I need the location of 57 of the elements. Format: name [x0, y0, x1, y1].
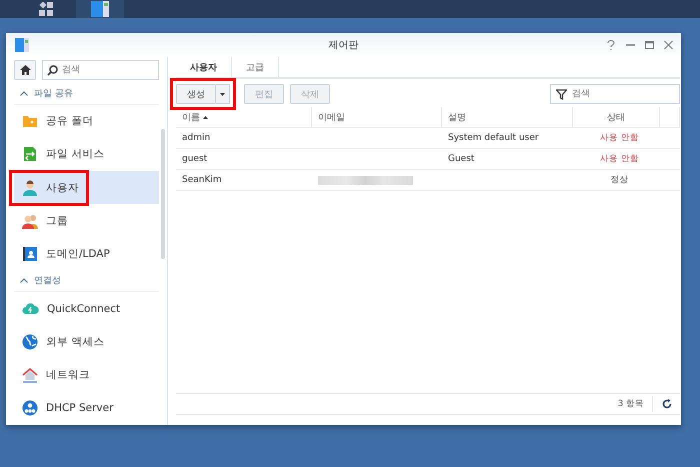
item-count: 3 항목: [618, 398, 644, 410]
dropdown-button[interactable]: [216, 84, 230, 104]
table-cell-text: 정상: [610, 174, 630, 187]
filter-search-field[interactable]: 검색: [550, 84, 680, 104]
window-title: 제어판: [328, 39, 358, 52]
file-arrows-icon: [22, 146, 38, 162]
group-icon: [22, 212, 38, 229]
tab[interactable]: 사용자: [176, 57, 232, 77]
control-panel-icon[interactable]: [89, 0, 111, 18]
sidebar-item[interactable]: 외부 액세스: [14, 325, 159, 359]
close-icon[interactable]: [664, 40, 673, 50]
user-icon: [22, 180, 38, 196]
table-cell-text: System default user: [447, 132, 540, 145]
chevron-up-icon: [20, 90, 28, 96]
folder-icon: [22, 113, 38, 130]
section-header[interactable]: 연결성: [14, 270, 159, 292]
control-panel-icon: [14, 37, 30, 53]
table-row[interactable]: admin System default user 사용 안함: [176, 128, 680, 149]
section-header[interactable]: 파일 공유: [14, 83, 159, 105]
table-cell-text: SeanKim: [181, 174, 223, 187]
tab[interactable]: 고급: [232, 57, 279, 77]
sidebar-item[interactable]: 네트워크: [14, 358, 159, 392]
sidebar-item[interactable]: 공유 폴더: [14, 104, 159, 138]
sort-ascending-icon: [203, 116, 208, 118]
id-card-icon: [22, 246, 38, 262]
globe-icon: [22, 334, 38, 350]
column-header[interactable]: 이름: [176, 107, 312, 127]
create-button[interactable]: 생성: [176, 84, 216, 104]
sidebar-item[interactable]: 그룹: [14, 204, 159, 238]
house-icon: [22, 367, 38, 384]
table-row[interactable]: guest Guest 사용 안함: [176, 149, 680, 170]
home-button[interactable]: [14, 60, 36, 80]
sidebar-item[interactable]: QuickConnect: [14, 292, 159, 326]
table-row[interactable]: SeanKim 정상: [176, 170, 680, 191]
cloud-icon: [22, 300, 39, 317]
apps-grid-icon[interactable]: [39, 2, 53, 16]
search-icon: [47, 65, 58, 76]
column-header[interactable]: 상태: [573, 107, 660, 127]
chevron-up-icon: [20, 278, 28, 284]
home-icon: [20, 65, 30, 75]
maximize-icon[interactable]: [645, 40, 654, 50]
search-field[interactable]: 검색: [42, 60, 159, 80]
column-header[interactable]: 이메일: [312, 107, 442, 127]
filter-icon: [556, 89, 567, 100]
column-header[interactable]: 설명: [442, 107, 573, 127]
sidebar-item[interactable]: 도메인/LDAP: [14, 237, 159, 271]
help-icon[interactable]: [607, 40, 616, 50]
sidebar-item[interactable]: 파일 서비스: [14, 138, 159, 171]
caret-icon: [220, 92, 225, 96]
table-cell-text: 사용 안함: [599, 153, 640, 166]
table-cell-text: 사용 안함: [599, 132, 640, 145]
table-cell-text: Guest: [447, 153, 476, 166]
network-nodes-icon: [22, 400, 38, 416]
refresh-icon: [662, 399, 672, 409]
sidebar-item[interactable]: DHCP Server: [14, 392, 159, 425]
table-cell-text: guest: [181, 153, 208, 166]
table-cell-text: admin: [181, 132, 212, 145]
